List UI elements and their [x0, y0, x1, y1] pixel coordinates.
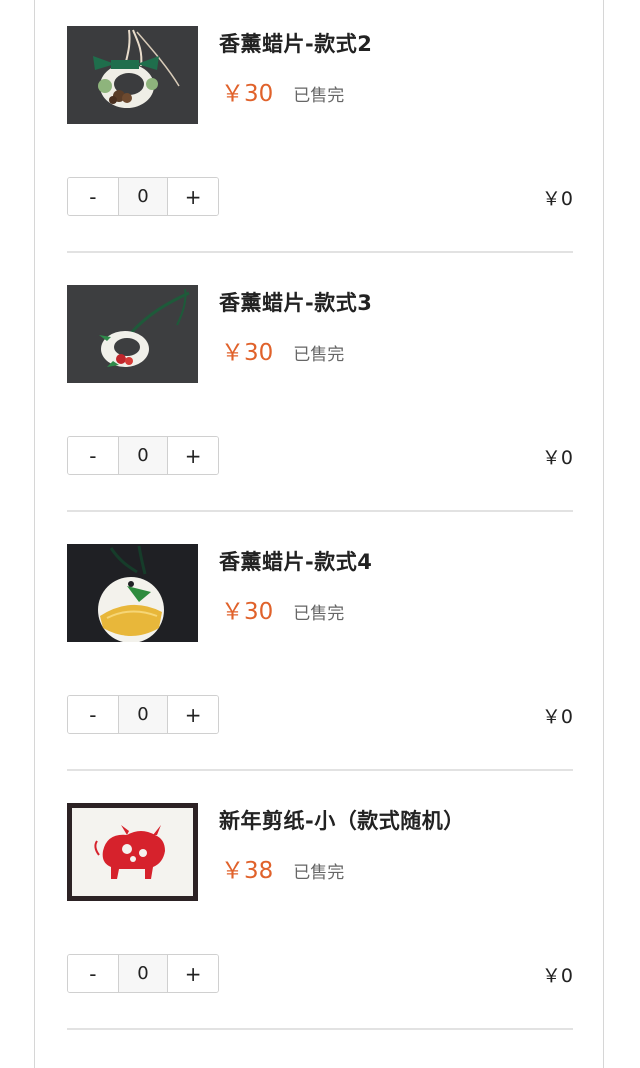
quantity-stepper: - 0 +	[67, 436, 219, 475]
quantity-input[interactable]: 0	[117, 955, 169, 992]
decrement-button[interactable]: -	[68, 178, 118, 215]
sold-out-label: 已售完	[293, 86, 345, 106]
quantity-stepper: - 0 +	[67, 954, 219, 993]
product-item: 香薰蜡片-款式2 ￥30 已售完 - 0 + ￥0	[67, 0, 573, 253]
product-list: 香薰蜡片-款式2 ￥30 已售完 - 0 + ￥0 香薰蜡片-款式3 ￥30 已…	[67, 0, 573, 1030]
product-image[interactable]	[67, 803, 198, 901]
item-subtotal: ￥0	[541, 188, 573, 210]
product-item: 香薰蜡片-款式3 ￥30 已售完 - 0 + ￥0	[67, 253, 573, 512]
price-row: ￥30 已售完	[221, 333, 344, 367]
item-subtotal: ￥0	[541, 447, 573, 469]
product-price: ￥30	[221, 81, 274, 107]
product-item: 新年剪纸-小（款式随机） ￥38 已售完 - 0 + ￥0	[67, 771, 573, 1030]
quantity-input[interactable]: 0	[117, 437, 169, 474]
sold-out-label: 已售完	[293, 345, 345, 365]
product-title[interactable]: 香薰蜡片-款式2	[219, 28, 372, 58]
increment-button[interactable]: +	[168, 696, 218, 733]
product-image[interactable]	[67, 544, 198, 642]
product-image[interactable]	[67, 285, 198, 383]
product-title[interactable]: 香薰蜡片-款式3	[219, 287, 372, 317]
decrement-button[interactable]: -	[68, 437, 118, 474]
quantity-input[interactable]: 0	[117, 178, 169, 215]
product-price: ￥30	[221, 340, 274, 366]
price-row: ￥38 已售完	[221, 851, 344, 885]
product-title[interactable]: 新年剪纸-小（款式随机）	[219, 805, 465, 835]
product-title[interactable]: 香薰蜡片-款式4	[219, 546, 372, 576]
item-subtotal: ￥0	[541, 706, 573, 728]
framed-paper-cut-ox-photo	[67, 803, 198, 901]
quantity-stepper: - 0 +	[67, 177, 219, 216]
wax-tablet-ring-photo	[67, 26, 198, 124]
price-row: ￥30 已售完	[221, 74, 344, 108]
decrement-button[interactable]: -	[68, 696, 118, 733]
product-image[interactable]	[67, 26, 198, 124]
price-row: ￥30 已售完	[221, 592, 344, 626]
product-item: 香薰蜡片-款式4 ￥30 已售完 - 0 + ￥0	[67, 512, 573, 771]
decrement-button[interactable]: -	[68, 955, 118, 992]
product-price: ￥38	[221, 858, 274, 884]
sold-out-label: 已售完	[293, 604, 345, 624]
increment-button[interactable]: +	[168, 955, 218, 992]
increment-button[interactable]: +	[168, 437, 218, 474]
wax-tablet-round-citrus-photo	[67, 544, 198, 642]
product-price: ￥30	[221, 599, 274, 625]
wax-tablet-ring-red-flower-photo	[67, 285, 198, 383]
quantity-input[interactable]: 0	[117, 696, 169, 733]
quantity-stepper: - 0 +	[67, 695, 219, 734]
increment-button[interactable]: +	[168, 178, 218, 215]
sold-out-label: 已售完	[293, 863, 345, 883]
item-subtotal: ￥0	[541, 965, 573, 987]
